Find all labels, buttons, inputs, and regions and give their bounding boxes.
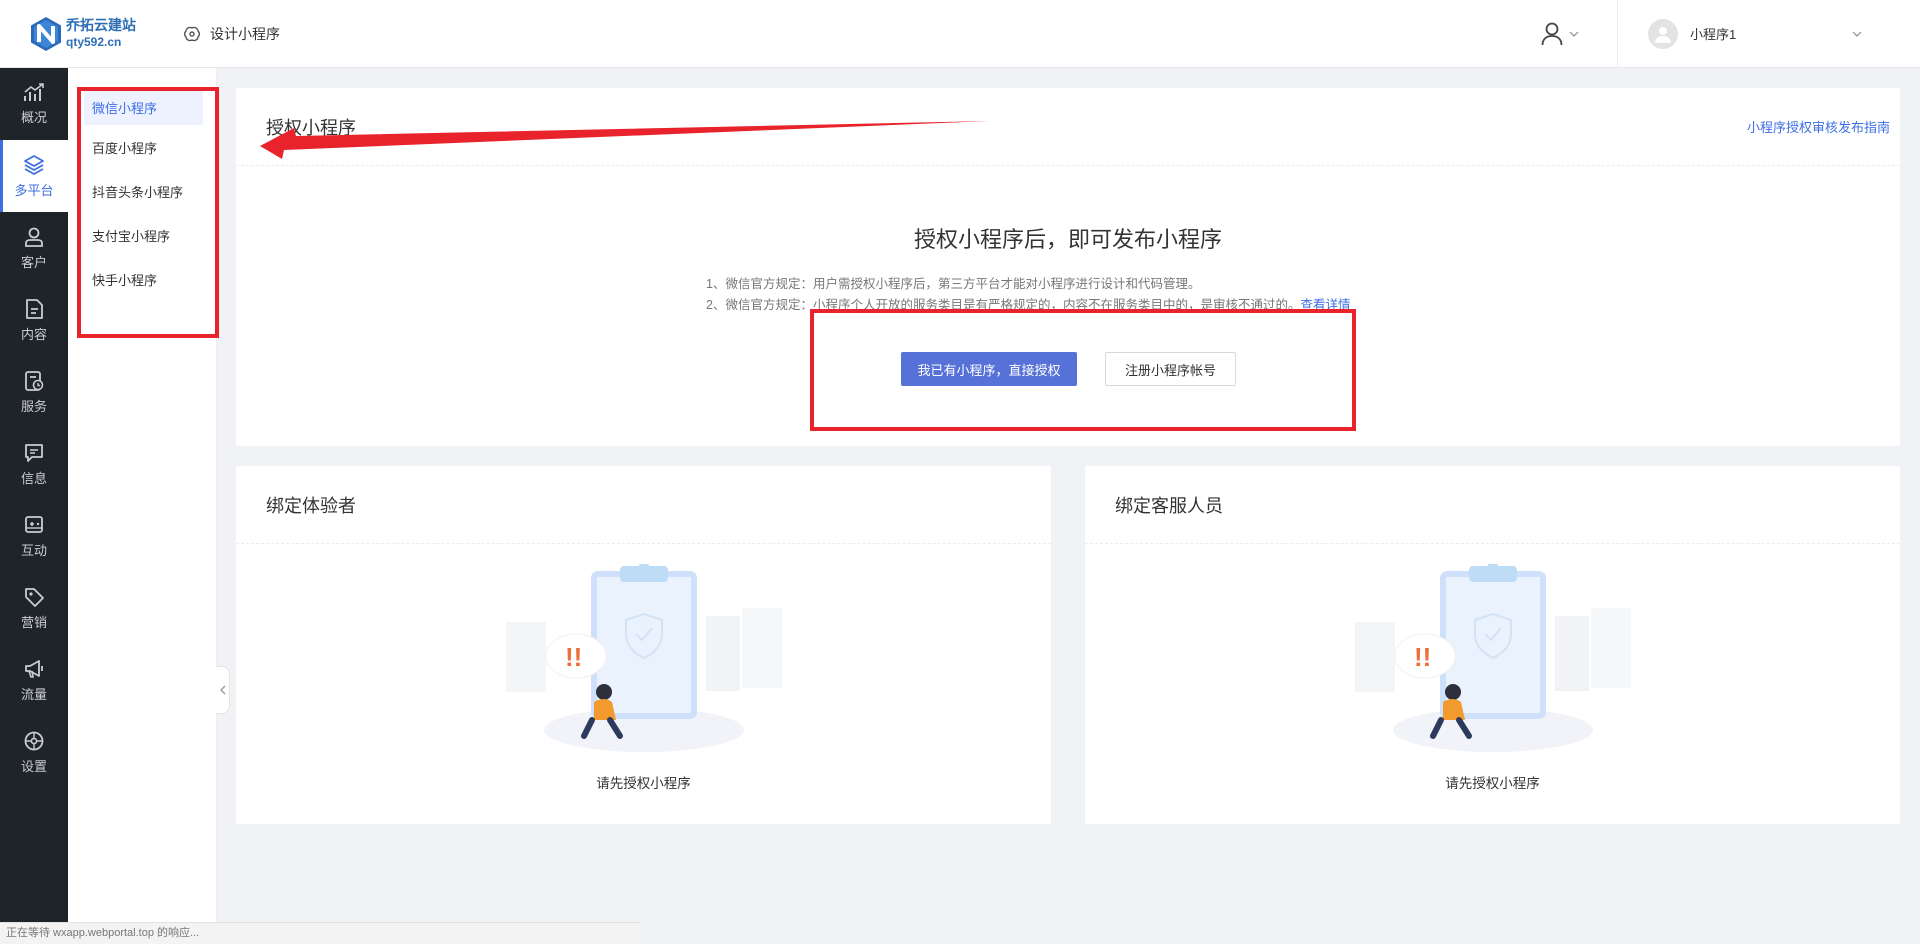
annotation-arrow — [260, 121, 990, 159]
browser-status-bar: 正在等待 wxapp.webportal.top 的响应... — [0, 922, 640, 944]
